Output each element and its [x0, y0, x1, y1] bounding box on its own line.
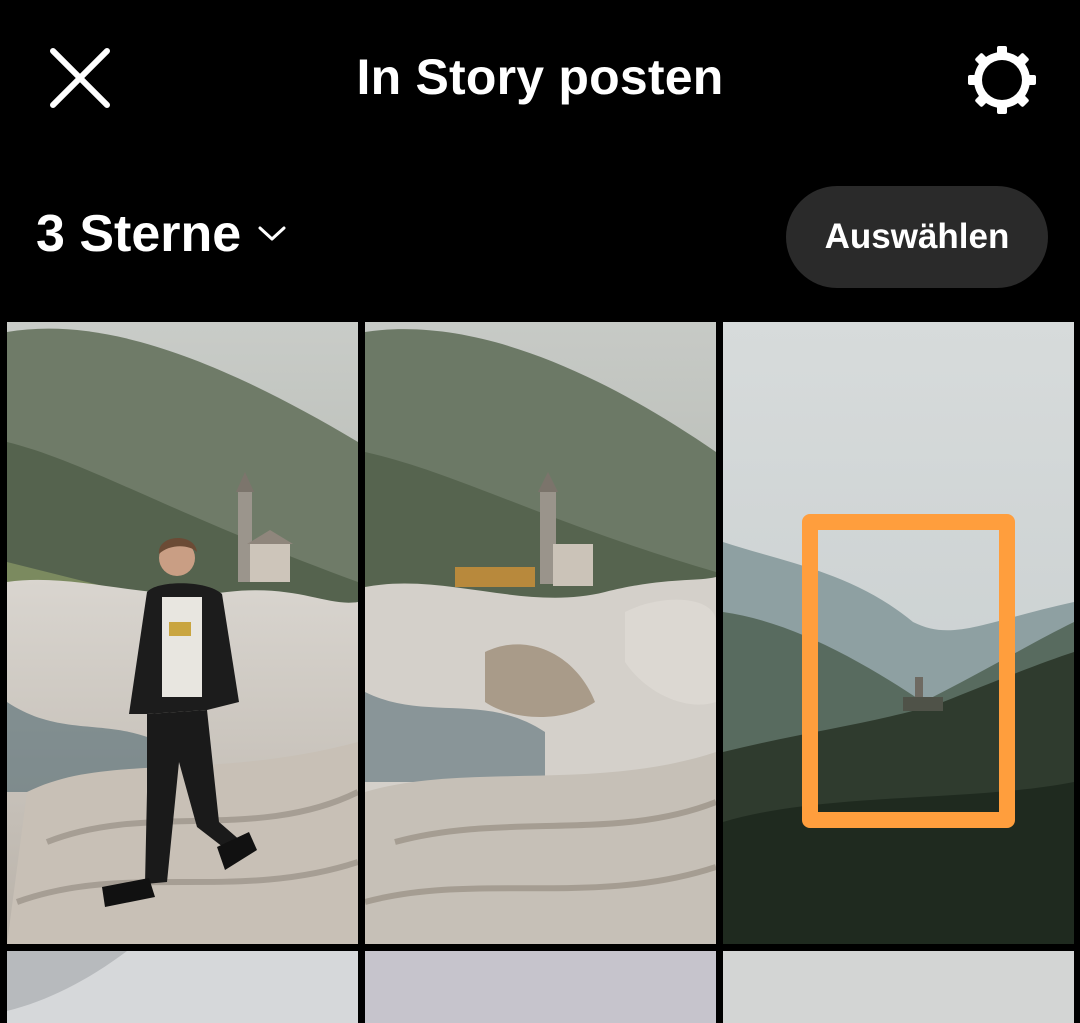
photo-misty-valley — [723, 322, 1074, 944]
photo-tile-4[interactable] — [7, 951, 358, 1023]
photo-tile-2[interactable] — [365, 322, 716, 944]
photo-tile-6[interactable] — [723, 951, 1074, 1023]
page-title: In Story posten — [356, 49, 724, 105]
photo-rocky-riverbank — [365, 322, 716, 944]
settings-button[interactable] — [960, 38, 1044, 122]
album-row: 3 Sterne Auswählen — [0, 180, 1080, 290]
chevron-down-icon — [258, 226, 286, 241]
top-bar: In Story posten — [0, 0, 1080, 150]
select-button[interactable]: Auswählen — [786, 186, 1048, 288]
photo-tile-1[interactable] — [7, 322, 358, 944]
photo-woman-on-rocks — [7, 322, 358, 944]
photo-tile-3[interactable] — [723, 322, 1074, 944]
settings-icon — [968, 46, 1036, 114]
photo-cloudy-sky — [7, 951, 358, 1023]
photo-pale-sky — [723, 951, 1074, 1023]
photo-grey-sky — [365, 951, 716, 1023]
album-selector[interactable]: 3 Sterne — [36, 204, 287, 264]
photo-tile-5[interactable] — [365, 951, 716, 1023]
photo-grid — [0, 322, 1080, 1023]
album-label: 3 Sterne — [36, 205, 242, 263]
